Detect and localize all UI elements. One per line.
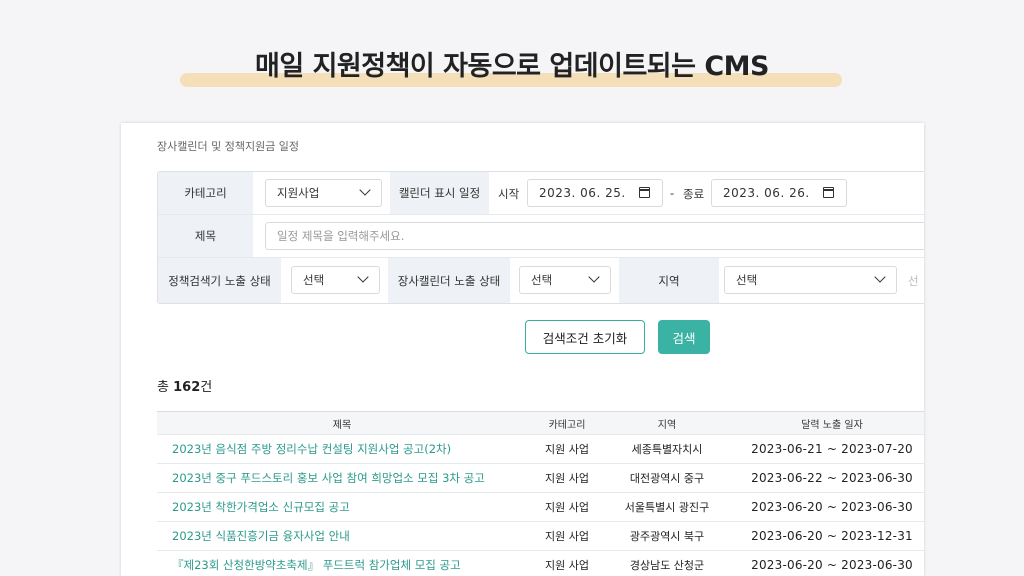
calendar-status-label: 장사캘린더 노출 상태 [388, 258, 510, 303]
category-select[interactable]: 지원사업 [265, 179, 382, 207]
row-category: 지원 사업 [545, 443, 589, 456]
header-title: 제목 [332, 419, 352, 431]
end-date-value: 2023. 06. 26. [723, 186, 810, 200]
reset-filters-button[interactable]: 검색조건 초기화 [525, 320, 645, 354]
region-sub-select[interactable]: 선 [908, 273, 919, 289]
chevron-down-icon [357, 271, 369, 283]
row-dates: 2023-06-20 ~ 2023-12-31 [751, 529, 913, 543]
row-title-link[interactable]: 2023년 중구 푸드스토리 홍보 사업 참여 희망업소 모집 3차 공고 [157, 464, 527, 492]
search-button[interactable]: 검색 [658, 320, 710, 354]
row-title-link[interactable]: 2023년 음식점 주방 정리수납 컨설팅 지원사업 공고(2차) [157, 435, 527, 463]
title-label: 제목 [158, 215, 253, 257]
cms-panel: 장사캘린더 및 정책지원금 일정 카테고리 지원사업 캘린더 표시 일정 시작 … [121, 123, 924, 576]
policy-status-select[interactable]: 선택 [291, 266, 380, 294]
start-date-value: 2023. 06. 25. [539, 186, 626, 200]
row-region: 서울특별시 광진구 [624, 501, 710, 514]
table-row[interactable]: 2023년 중구 푸드스토리 홍보 사업 참여 희망업소 모집 3차 공고 지원… [157, 464, 924, 493]
search-filter: 카테고리 지원사업 캘린더 표시 일정 시작 2023. 06. 25. - 종… [157, 171, 924, 304]
title-input[interactable]: 일정 제목을 입력해주세요. [265, 222, 924, 250]
policy-status-label: 정책검색기 노출 상태 [158, 258, 281, 303]
calendar-icon[interactable] [638, 187, 650, 198]
chevron-down-icon [874, 271, 886, 283]
start-date-input[interactable]: 2023. 06. 25. [527, 179, 663, 207]
row-category: 지원 사업 [545, 559, 589, 572]
panel-title: 장사캘린더 및 정책지원금 일정 [157, 140, 300, 153]
row-dates: 2023-06-21 ~ 2023-07-20 [751, 442, 913, 456]
row-title-link[interactable]: 2023년 식품진흥기금 융자사업 안내 [157, 522, 527, 550]
calendar-status-value: 선택 [531, 273, 553, 287]
row-dates: 2023-06-20 ~ 2023-06-30 [751, 500, 913, 514]
row-title-link[interactable]: 『제23회 산청한방약초축제』 푸드트럭 참가업체 모집 공고 [157, 551, 527, 576]
headline: 매일 지원정책이 자동으로 업데이트되는 CMS [0, 44, 1024, 83]
row-region: 광주광역시 북구 [629, 530, 705, 543]
calendar-range-label: 캘린더 표시 일정 [390, 172, 489, 214]
row-category: 지원 사업 [545, 501, 589, 514]
region-select[interactable]: 선택 [724, 266, 897, 294]
table-row[interactable]: 2023년 음식점 주방 정리수납 컨설팅 지원사업 공고(2차) 지원 사업 … [157, 435, 924, 464]
policy-status-value: 선택 [303, 273, 325, 287]
date-separator: - [670, 186, 675, 200]
table-row[interactable]: 2023년 착한가격업소 신규모집 공고 지원 사업 서울특별시 광진구 202… [157, 493, 924, 522]
filter-row-title: 제목 일정 제목을 입력해주세요. [158, 215, 924, 258]
chevron-down-icon [359, 184, 371, 196]
category-value: 지원사업 [277, 186, 320, 200]
header-dates: 달력 노출 일자 [801, 419, 863, 431]
total-prefix: 총 [157, 380, 169, 395]
title-placeholder: 일정 제목을 입력해주세요. [277, 229, 405, 243]
end-label: 종료 [683, 187, 705, 201]
filter-row-category: 카테고리 지원사업 캘린더 표시 일정 시작 2023. 06. 25. - 종… [158, 172, 924, 215]
total-number: 162 [173, 380, 201, 395]
row-region: 대전광역시 중구 [629, 472, 705, 485]
row-dates: 2023-06-20 ~ 2023-06-30 [751, 558, 913, 572]
table-row[interactable]: 2023년 식품진흥기금 융자사업 안내 지원 사업 광주광역시 북구 2023… [157, 522, 924, 551]
headline-text: 매일 지원정책이 자동으로 업데이트되는 CMS [254, 51, 770, 82]
start-label: 시작 [498, 187, 520, 201]
filter-row-status: 정책검색기 노출 상태 선택 장사캘린더 노출 상태 선택 지역 선택 선 [158, 258, 924, 303]
header-region: 지역 [657, 419, 677, 431]
region-value: 선택 [736, 273, 758, 287]
total-suffix: 건 [200, 380, 213, 395]
calendar-status-select[interactable]: 선택 [519, 266, 611, 294]
end-date-input[interactable]: 2023. 06. 26. [711, 179, 847, 207]
table-row[interactable]: 『제23회 산청한방약초축제』 푸드트럭 참가업체 모집 공고 지원 사업 경상… [157, 551, 924, 576]
category-label: 카테고리 [158, 172, 253, 214]
total-count: 총 162건 [157, 376, 212, 395]
calendar-icon[interactable] [822, 187, 834, 198]
region-label: 지역 [619, 258, 719, 303]
header-category: 카테고리 [548, 419, 586, 431]
row-category: 지원 사업 [545, 530, 589, 543]
results-table: 제목 카테고리 지역 달력 노출 일자 2023년 음식점 주방 정리수납 컨설… [157, 411, 924, 576]
row-region: 세종특별자치시 [631, 443, 703, 456]
table-header: 제목 카테고리 지역 달력 노출 일자 [157, 412, 924, 435]
row-title-link[interactable]: 2023년 착한가격업소 신규모집 공고 [157, 493, 527, 521]
chevron-down-icon [588, 271, 600, 283]
row-region: 경상남도 산청군 [629, 559, 705, 572]
row-category: 지원 사업 [545, 472, 589, 485]
row-dates: 2023-06-22 ~ 2023-06-30 [751, 471, 913, 485]
